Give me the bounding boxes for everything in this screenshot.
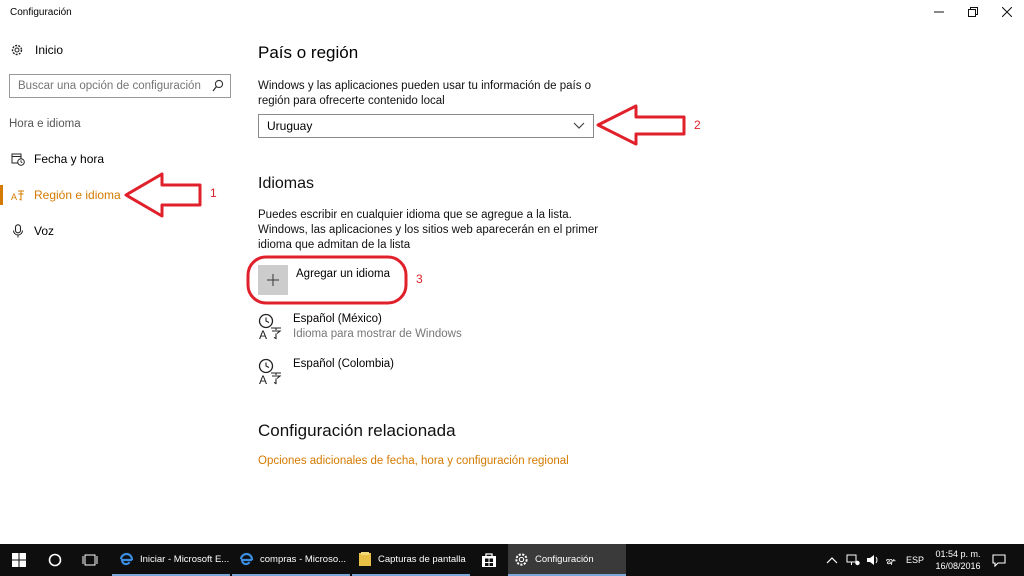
taskbar: Iniciar - Microsoft E... compras - Micro…: [0, 544, 1024, 576]
language-icon: A: [258, 313, 282, 340]
tray-volume[interactable]: [866, 544, 880, 576]
calendar-clock-icon: [11, 153, 25, 166]
sidebar-item-region-language[interactable]: A Región e idioma: [0, 181, 240, 209]
chevron-down-icon: [573, 122, 585, 129]
related-settings-link[interactable]: Opciones adicionales de fecha, hora y co…: [258, 455, 569, 467]
plus-icon: [267, 274, 279, 286]
languages-description-line2: Windows, las aplicaciones y los sitios w…: [258, 224, 599, 236]
restore-button[interactable]: [956, 0, 990, 24]
svg-text:ఞ: ఞ: [886, 556, 896, 566]
title-bar: Configuración: [0, 0, 1024, 26]
taskbar-item-label: Iniciar - Microsoft E...: [140, 553, 230, 565]
clock[interactable]: 01:54 p. m. 16/08/2016: [930, 548, 986, 572]
microphone-icon: [13, 224, 23, 238]
network-icon: [846, 554, 860, 566]
sidebar: Inicio Hora e idioma Fecha y hora A Re: [0, 26, 240, 544]
store-icon: [482, 553, 496, 567]
language-item-es-co[interactable]: A Español (Colombia): [258, 357, 394, 385]
clock-date: 16/08/2016: [935, 561, 981, 571]
edge-icon: [119, 552, 134, 566]
add-language-label: Agregar un idioma: [296, 268, 390, 280]
sidebar-home-label: Inicio: [35, 43, 64, 57]
chevron-up-icon: [826, 557, 838, 564]
add-language-plus: [258, 265, 288, 295]
tray-chevron[interactable]: [826, 544, 838, 576]
language-indicator: ESP: [906, 555, 925, 565]
sidebar-item-label: Fecha y hora: [34, 152, 105, 166]
group-label: Hora e idioma: [9, 118, 81, 130]
sidebar-item-date-time[interactable]: Fecha y hora: [0, 145, 240, 173]
tray-language[interactable]: ESP: [906, 544, 924, 576]
folder-icon: [359, 552, 371, 566]
action-center-button[interactable]: [992, 544, 1006, 576]
languages-description-line1: Puedes escribir en cualquier idioma que …: [258, 209, 572, 221]
sidebar-item-voice[interactable]: Voz: [0, 217, 240, 245]
keyboard-icon: ఞ: [886, 556, 896, 566]
sidebar-item-label: Región e idioma: [34, 188, 121, 202]
close-button[interactable]: [990, 0, 1024, 24]
close-icon: [1002, 7, 1012, 17]
window-title: Configuración: [10, 7, 72, 18]
taskbar-item-edge-2[interactable]: compras - Microso...: [232, 544, 350, 576]
tray-ime[interactable]: ఞ: [886, 544, 900, 576]
gear-icon: [515, 552, 528, 566]
taskbar-item-edge-1[interactable]: Iniciar - Microsoft E...: [112, 544, 230, 576]
cortana-icon: [48, 553, 62, 567]
tray-network[interactable]: [846, 544, 860, 576]
taskbar-item-label: Capturas de pantalla: [378, 553, 466, 565]
taskbar-item-label: compras - Microso...: [260, 553, 347, 565]
clock-time: 01:54 p. m.: [935, 549, 981, 559]
task-view-icon: [82, 554, 98, 566]
task-view-button[interactable]: [72, 544, 108, 576]
taskbar-item-settings[interactable]: Configuración: [508, 544, 626, 576]
languages-heading: Idiomas: [258, 175, 315, 192]
country-dropdown[interactable]: Uruguay: [258, 114, 594, 138]
windows-logo-icon: [12, 553, 26, 567]
restore-icon: [968, 7, 978, 17]
country-description-line1: Windows y las aplicaciones pueden usar t…: [258, 80, 592, 92]
search-box[interactable]: [9, 74, 231, 98]
related-heading: Configuración relacionada: [258, 421, 456, 440]
annotation-number-3: 3: [416, 272, 423, 286]
search-icon[interactable]: [212, 79, 224, 93]
region-language-icon: A: [11, 190, 24, 202]
annotation-arrow-2: [596, 104, 686, 146]
annotation-number-2: 2: [694, 118, 701, 132]
sidebar-home[interactable]: Inicio: [10, 43, 63, 57]
annotation-number-1: 1: [210, 186, 217, 200]
language-item-es-mx[interactable]: A Español (México) Idioma para mostrar d…: [258, 312, 462, 342]
country-heading: País o región: [258, 43, 359, 62]
taskbar-item-label: Configuración: [535, 553, 594, 565]
start-button[interactable]: [0, 544, 38, 576]
language-name: Español (México): [293, 313, 382, 325]
language-icon: A: [258, 358, 282, 385]
minimize-button[interactable]: [922, 0, 956, 24]
taskbar-item-store[interactable]: [472, 544, 506, 576]
language-subtitle: Idioma para mostrar de Windows: [293, 328, 462, 340]
language-name: Español (Colombia): [293, 358, 394, 370]
taskbar-item-explorer[interactable]: Capturas de pantalla: [352, 544, 470, 576]
search-input[interactable]: [18, 80, 208, 92]
cortana-button[interactable]: [38, 544, 72, 576]
volume-icon: [867, 555, 878, 565]
languages-description-line3: idioma que admitan de la lista: [258, 239, 411, 251]
notification-icon: [992, 553, 1006, 567]
country-description-line2: región para ofrecerte contenido local: [258, 95, 445, 107]
svg-text:A: A: [259, 373, 267, 385]
svg-text:A: A: [11, 192, 17, 202]
svg-text:A: A: [259, 328, 267, 340]
add-language-button[interactable]: Agregar un idioma: [258, 265, 390, 295]
minimize-icon: [934, 11, 944, 13]
gear-icon: [11, 44, 23, 56]
edge-icon: [239, 552, 254, 566]
country-selected: Uruguay: [267, 119, 313, 133]
sidebar-item-label: Voz: [34, 224, 55, 238]
